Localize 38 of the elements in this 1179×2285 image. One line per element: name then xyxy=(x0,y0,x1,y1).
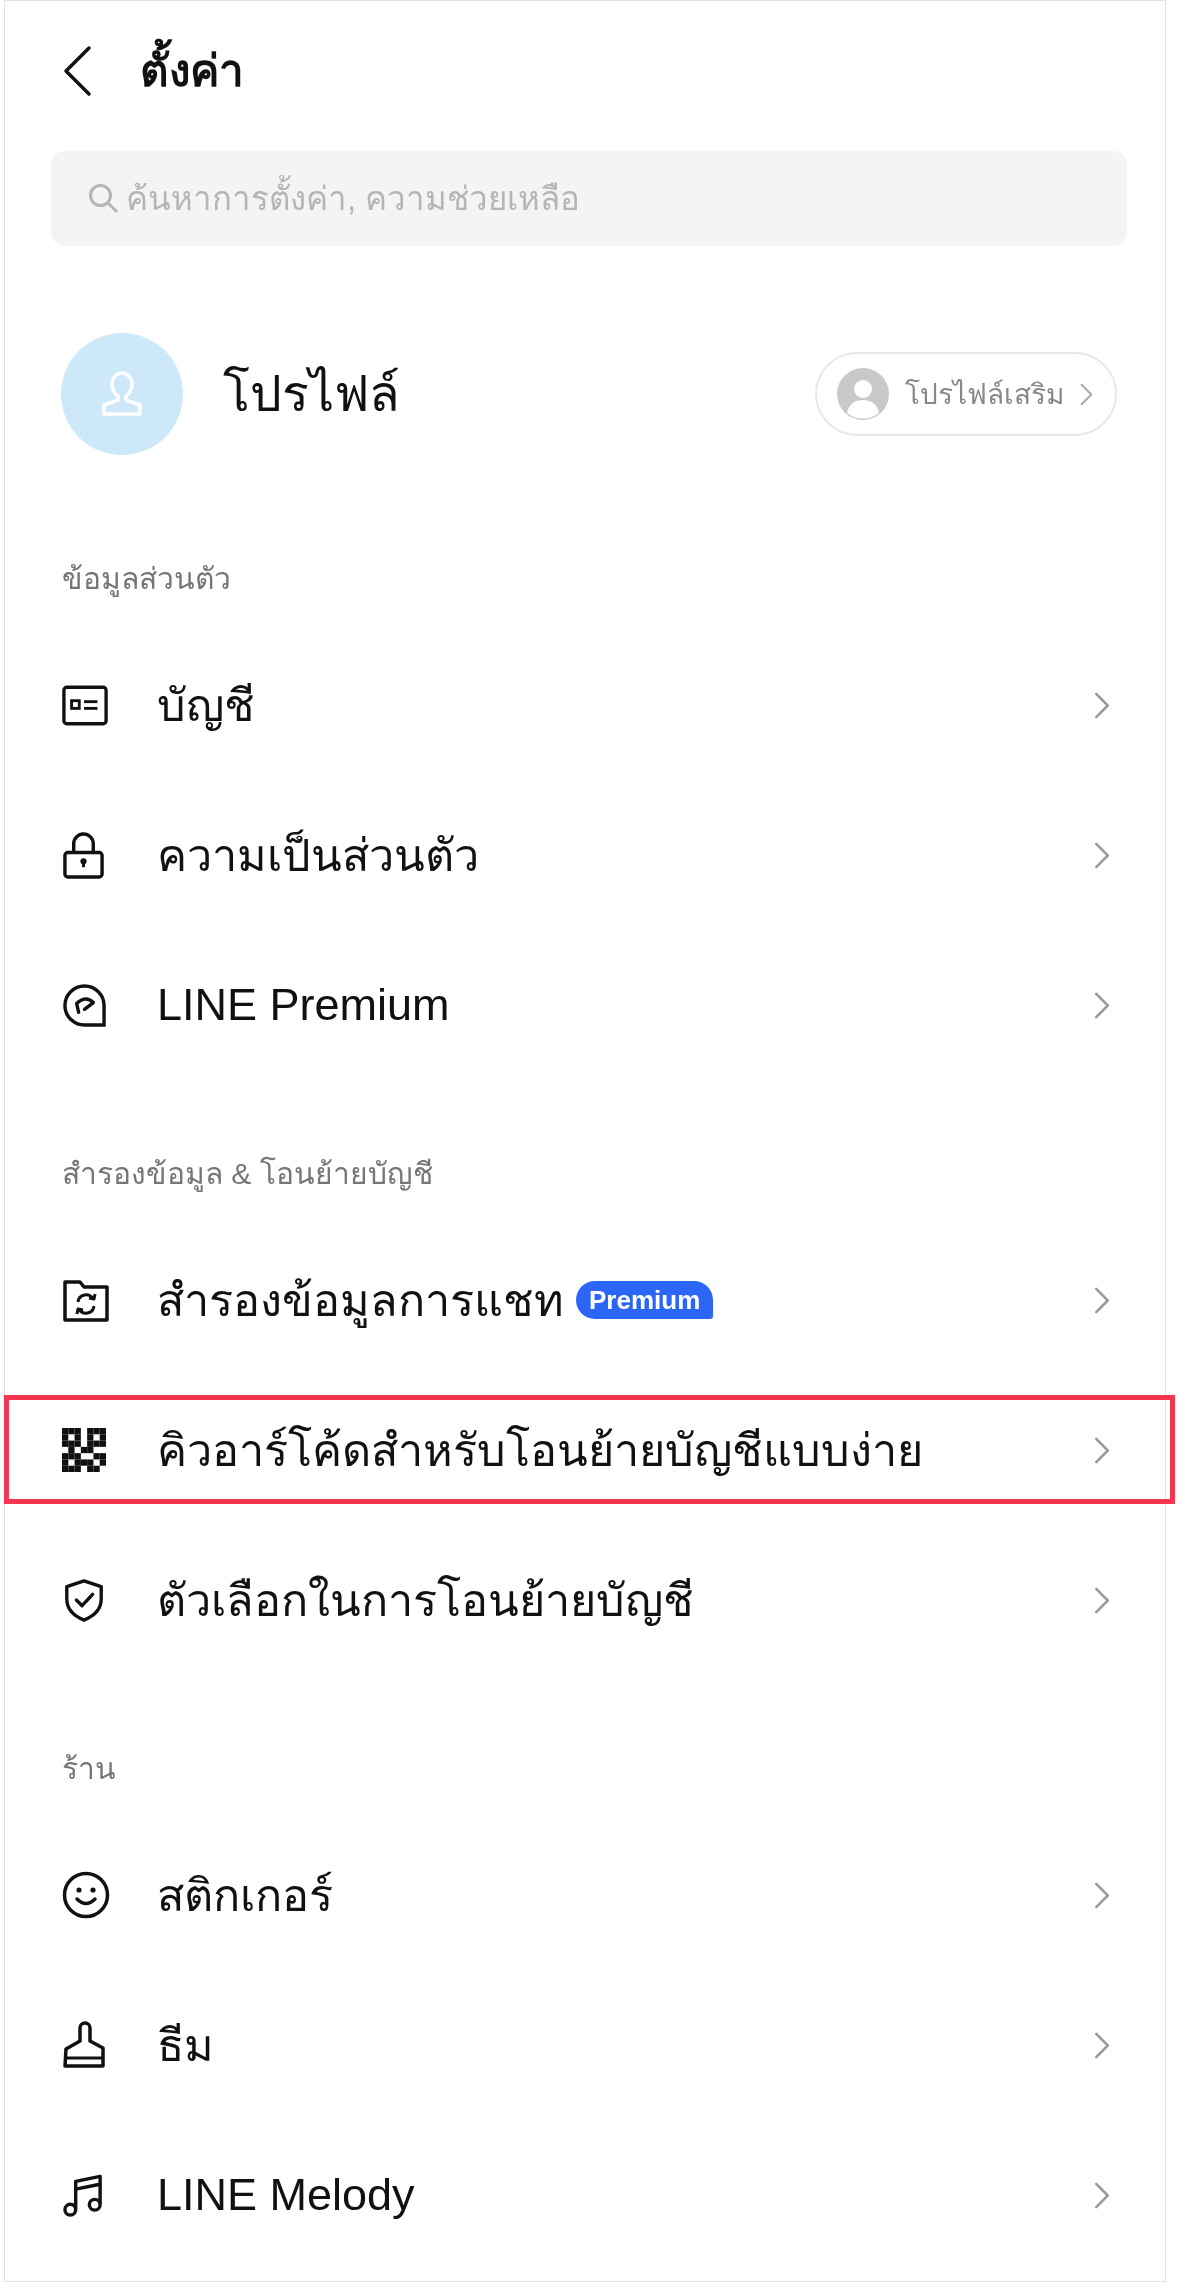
settings-item[interactable]: ธีม xyxy=(5,1970,1165,2120)
smiley-icon xyxy=(62,1871,110,1919)
chevron-right-icon xyxy=(1094,991,1110,1019)
section-header: ข้อมูลส่วนตัว xyxy=(62,561,231,599)
chevron-right-icon xyxy=(1094,691,1110,719)
settings-item[interactable]: บัญชี xyxy=(5,630,1165,780)
chevron-right-icon xyxy=(1094,1436,1110,1464)
music-note-icon xyxy=(62,2172,105,2218)
search-field[interactable]: ค้นหาการตั้งค่า, ความช่วยเหลือ xyxy=(51,151,1127,246)
settings-item[interactable]: ความเป็นส่วนตัว xyxy=(5,780,1165,930)
id-card-icon xyxy=(62,684,108,726)
section-header: ร้าน xyxy=(62,1751,116,1787)
brush-icon xyxy=(62,2020,108,2070)
chevron-right-icon xyxy=(1094,1586,1110,1614)
chevron-right-icon xyxy=(1080,382,1093,406)
chevron-right-icon xyxy=(1094,1286,1110,1314)
settings-item[interactable]: LINE Premium xyxy=(5,930,1165,1080)
premium-badge: Premium xyxy=(576,1281,714,1319)
settings-item[interactable]: สติกเกอร์ xyxy=(5,1820,1165,1970)
chevron-right-icon xyxy=(1094,2181,1110,2209)
qr-code-icon xyxy=(62,1428,106,1472)
settings-item[interactable]: ตัวเลือกในการโอนย้ายบัญชี xyxy=(5,1525,1165,1675)
padlock-icon xyxy=(62,831,105,879)
chevron-right-icon xyxy=(1094,841,1110,869)
back-icon[interactable] xyxy=(62,45,92,97)
avatar-icon xyxy=(837,368,889,420)
section-header: สำรองข้อมูล & โอนย้ายบัญชี xyxy=(62,1155,433,1194)
settings-item[interactable]: LINE Melody xyxy=(5,2120,1165,2270)
search-icon xyxy=(88,183,118,213)
settings-item[interactable]: คิวอาร์โค้ดสำหรับโอนย้ายบัญชีแบบง่าย xyxy=(5,1375,1165,1525)
profile-name[interactable]: โปรไฟล์ xyxy=(223,361,400,427)
shield-check-icon xyxy=(62,1578,106,1622)
chat-bubble-icon xyxy=(62,982,107,1028)
settings-item[interactable]: สำรองข้อมูลการแชท Premium xyxy=(5,1225,1165,1375)
folder-sync-icon xyxy=(62,1277,110,1323)
sub-profile-button[interactable]: โปรไฟล์เสริม xyxy=(815,352,1117,436)
chevron-right-icon xyxy=(1094,2031,1110,2059)
chevron-right-icon xyxy=(1094,1881,1110,1909)
